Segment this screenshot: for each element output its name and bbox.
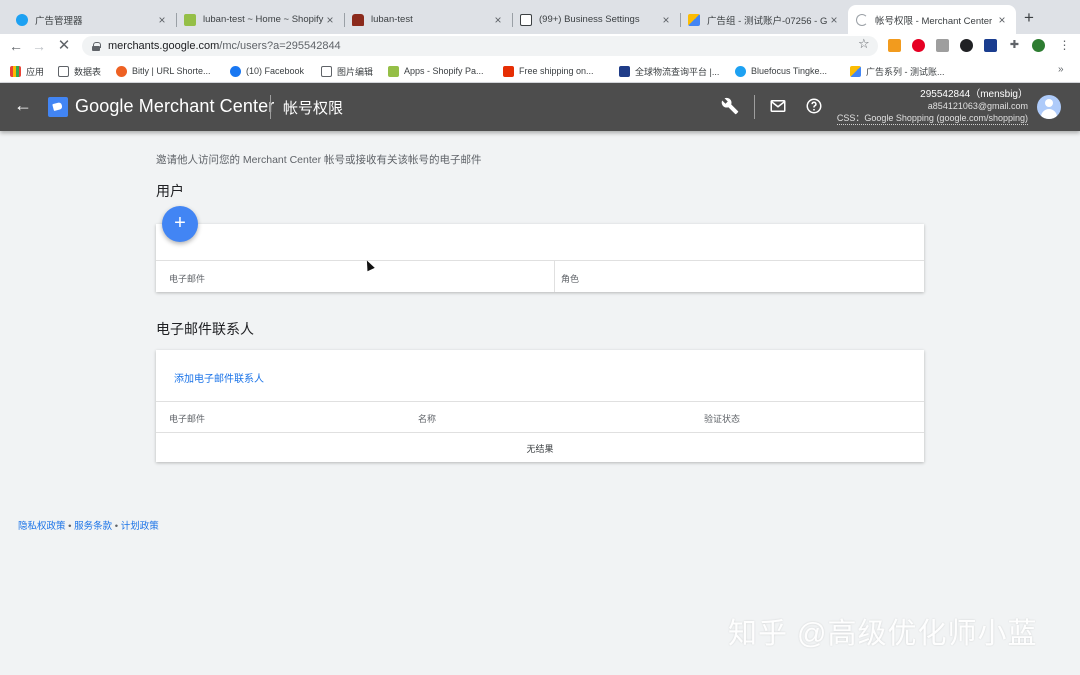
program-policies-link[interactable]: 计划政策 — [121, 521, 159, 532]
column-header-email[interactable]: 电子邮件 — [169, 272, 205, 285]
facebook-icon — [230, 65, 241, 77]
email-contacts-section-title: 电子邮件联系人 — [156, 321, 254, 337]
google-ads-icon — [850, 65, 861, 77]
close-icon[interactable]: × — [660, 13, 672, 27]
bitly-icon — [116, 65, 127, 77]
users-section-title: 用户 — [156, 183, 184, 199]
intro-text: 邀请他人访问您的 Merchant Center 帐号或接收有关该帐号的电子邮件 — [156, 154, 482, 166]
footer-links: 隐私权政策 • 服务条款 • 计划政策 — [18, 521, 159, 532]
close-icon[interactable]: × — [828, 13, 840, 27]
browser-tab[interactable]: luban-test ~ Home ~ Shopify × — [176, 5, 345, 34]
profile-icon[interactable] — [1032, 39, 1045, 52]
pinterest-icon[interactable] — [912, 39, 925, 52]
tab-title: luban-test ~ Home ~ Shopify — [203, 14, 324, 25]
bookmark-item[interactable]: Bluefocus Tingke... — [735, 64, 827, 78]
folder-icon — [58, 65, 69, 77]
browser-tab-strip: 广告管理器 × luban-test ~ Home ~ Shopify × lu… — [0, 0, 1080, 34]
tab-title: luban-test — [371, 14, 413, 25]
apps-grid-icon — [10, 65, 21, 77]
extension-icon[interactable] — [888, 39, 901, 52]
browser-tab-active[interactable]: 帐号权限 - Merchant Center × — [848, 5, 1016, 34]
browser-tab[interactable]: 广告管理器 × — [8, 5, 177, 34]
back-arrow-icon[interactable]: ← — [7, 37, 25, 55]
store-hat-icon — [352, 13, 364, 26]
browser-toolbar: ← → ✕ merchants.google.com/mc/users?a=29… — [0, 34, 1080, 58]
page-title: 帐号权限 — [283, 100, 344, 117]
facebook-business-icon — [520, 13, 532, 26]
loading-spinner-icon — [856, 13, 868, 26]
bookmark-item[interactable]: 图片编辑 — [321, 64, 373, 78]
bookmark-item[interactable]: Bitly | URL Shorte... — [116, 64, 211, 78]
bookmark-item[interactable]: 全球物流查询平台 |... — [619, 64, 719, 78]
account-css: CSS：Google Shopping (google.com/shopping… — [836, 113, 1028, 125]
more-bookmarks-button[interactable]: » — [1058, 64, 1064, 75]
address-bar[interactable]: merchants.google.com/mc/users?a=29554284… — [82, 36, 878, 56]
browser-menu-icon[interactable]: ⋮ — [1058, 39, 1071, 52]
bookmarks-bar: 应用 数据表 Bitly | URL Shorte... (10) Facebo… — [0, 58, 1080, 83]
close-icon[interactable]: × — [492, 13, 504, 27]
header-divider — [270, 95, 271, 119]
extension-icon[interactable] — [960, 39, 973, 52]
tab-title: (99+) Business Settings — [539, 14, 640, 25]
add-email-contact-link[interactable]: 添加电子邮件联系人 — [174, 370, 264, 385]
close-icon[interactable]: × — [996, 13, 1008, 27]
browser-tab[interactable]: 广告组 - 测试账户-07256 - G × — [680, 5, 848, 34]
17track-icon — [619, 65, 630, 77]
google-ads-icon — [688, 13, 700, 26]
bookmark-item[interactable]: 广告系列 - 测试账... — [850, 64, 945, 78]
bookmark-star-icon[interactable]: ☆ — [858, 36, 870, 52]
privacy-policy-link[interactable]: 隐私权政策 — [18, 521, 66, 532]
empty-results-text: 无结果 — [526, 444, 554, 454]
tab-title: 广告管理器 — [35, 15, 83, 27]
help-icon[interactable] — [804, 97, 824, 117]
app-header: ← Google Merchant Center 帐号权限 295542844（… — [0, 83, 1080, 131]
shopify-icon — [388, 65, 399, 77]
lock-icon — [92, 41, 101, 51]
wrench-tools-icon[interactable] — [720, 97, 740, 117]
bookmark-item[interactable]: (10) Facebook — [230, 64, 304, 78]
tab-title: 帐号权限 - Merchant Center — [875, 15, 993, 27]
brand-name: Google Merchant Center — [75, 96, 275, 116]
terms-of-service-link[interactable]: 服务条款 — [74, 521, 112, 532]
twitter-icon — [735, 65, 746, 77]
column-header-name[interactable]: 名称 — [418, 412, 436, 425]
users-card: 电子邮件 角色 — [156, 224, 924, 292]
merchant-center-logo-icon — [48, 97, 68, 117]
url-host: merchants.google.com — [108, 40, 220, 52]
browser-tab[interactable]: (99+) Business Settings × — [512, 5, 681, 34]
new-tab-button[interactable]: + — [1024, 8, 1034, 28]
tab-title: 广告组 - 测试账户-07256 - G — [707, 15, 828, 27]
bookmark-item[interactable]: Free shipping on... — [503, 64, 594, 78]
browser-tab[interactable]: luban-test × — [344, 5, 513, 34]
header-divider — [754, 95, 755, 119]
avatar[interactable] — [1037, 95, 1061, 119]
close-icon[interactable]: × — [156, 13, 168, 27]
bookmark-item[interactable]: 应用 — [10, 64, 44, 78]
aliexpress-icon — [503, 65, 514, 77]
add-user-button[interactable]: + — [162, 206, 198, 242]
code-extension-icon[interactable] — [936, 39, 949, 52]
account-switcher[interactable]: 295542844（mensbig） a854121063@gmail.com … — [836, 89, 1028, 125]
bookmark-item[interactable]: Apps - Shopify Pa... — [388, 64, 484, 78]
url-path: /mc/users?a=295542844 — [219, 40, 341, 52]
column-header-email[interactable]: 电子邮件 — [169, 412, 205, 425]
mail-icon[interactable] — [768, 97, 788, 117]
account-id: 295542844（mensbig） — [920, 89, 1028, 100]
back-arrow-icon[interactable]: ← — [14, 95, 32, 116]
watermark: 知乎 @高级优化师小蓝 — [728, 618, 1038, 650]
puzzle-extensions-icon[interactable]: ✚ — [1008, 39, 1021, 52]
shopify-icon — [184, 13, 196, 26]
folder-icon — [321, 65, 332, 77]
extension-icon[interactable] — [984, 39, 997, 52]
twitter-icon — [16, 13, 28, 26]
close-icon[interactable]: × — [324, 13, 336, 27]
email-contacts-card: 添加电子邮件联系人 电子邮件 名称 验证状态 无结果 — [156, 350, 924, 462]
column-header-verification-status[interactable]: 验证状态 — [704, 412, 740, 425]
forward-arrow-icon[interactable]: → — [30, 37, 48, 55]
bookmark-item[interactable]: 数据表 — [58, 64, 101, 78]
stop-loading-icon[interactable]: ✕ — [55, 37, 73, 55]
column-header-role[interactable]: 角色 — [561, 272, 579, 285]
account-email: a854121063@gmail.com — [927, 101, 1028, 111]
